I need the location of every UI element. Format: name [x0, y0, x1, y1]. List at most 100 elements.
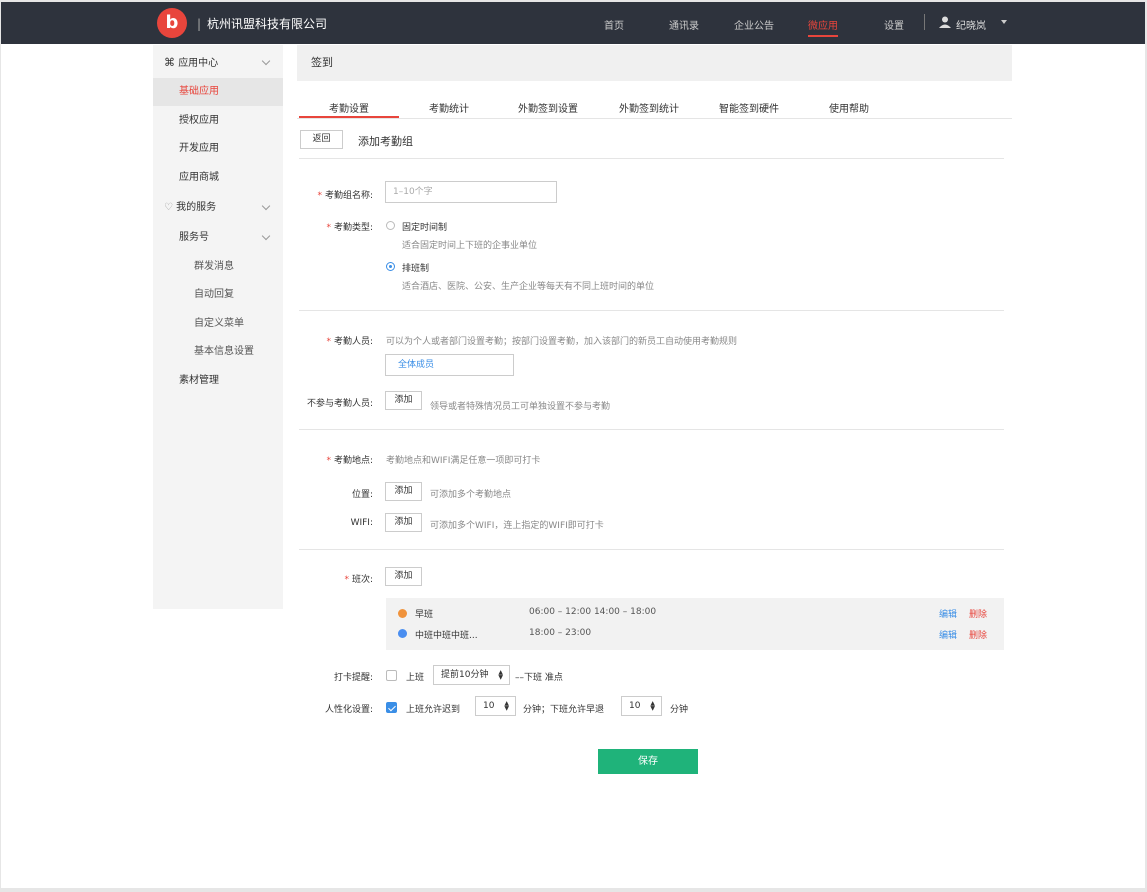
humanized-checkbox[interactable]: [386, 702, 397, 713]
humanized-label: 人性化设置:: [324, 705, 373, 715]
sidebar-section-label: 应用中心: [178, 58, 219, 69]
divider: [299, 549, 1004, 550]
nav-active-indicator: [808, 35, 838, 37]
user-name[interactable]: 纪晓岚: [956, 17, 986, 32]
breadcrumb: 签到: [297, 45, 1012, 81]
remind-checkbox[interactable]: [386, 670, 397, 681]
back-button[interactable]: 返回: [300, 130, 343, 149]
logo-icon: b: [157, 8, 187, 38]
nav-home[interactable]: 首页: [604, 17, 624, 32]
nav-announcements[interactable]: 企业公告: [734, 17, 774, 32]
add-position-button[interactable]: 添加: [385, 482, 422, 501]
label-text: 班次:: [351, 575, 373, 585]
sidebar-item-basic-info[interactable]: 基本信息设置: [153, 338, 283, 366]
sidebar-item-label: 服务号: [179, 232, 209, 243]
sidebar-item-authorized-apps[interactable]: 授权应用: [153, 107, 283, 135]
late-allow-label: 上班允许迟到: [406, 705, 461, 715]
shift-time: 18:00 – 23:00: [529, 628, 592, 638]
label-text: 考勤类型:: [333, 223, 373, 233]
nav-contacts[interactable]: 通讯录: [669, 17, 699, 32]
minute-label: 分钟: [670, 705, 689, 715]
position-label: 位置:: [351, 490, 373, 500]
shift-list: 早班 06:00 – 12:00 14:00 – 18:00 编辑 删除 中班中…: [386, 598, 1004, 650]
sidebar-item-materials[interactable]: 素材管理: [153, 367, 283, 395]
fixed-time-label: 固定时间制: [402, 223, 448, 233]
late-minutes-value: 10: [483, 701, 495, 711]
members-selector[interactable]: 全体成员: [385, 354, 514, 376]
group-name-label: * 考勤组名称:: [317, 191, 373, 201]
tab-attendance-stats[interactable]: 考勤统计: [429, 100, 469, 115]
shift-name: 早班: [415, 610, 434, 620]
updown-icon: ▲ ▼: [498, 669, 503, 681]
label-text: 考勤人员:: [333, 337, 373, 347]
add-exclude-button[interactable]: 添加: [385, 391, 422, 410]
sidebar-section-label: 我的服务: [176, 202, 217, 213]
save-button[interactable]: 保存: [598, 749, 698, 774]
sidebar-item-service-account[interactable]: 服务号: [153, 224, 283, 252]
radio-fixed-time[interactable]: [386, 221, 395, 230]
app-grid-icon: ⌘: [164, 56, 175, 69]
group-name-input[interactable]: 1–10个字: [385, 181, 557, 203]
sidebar-item-app-store[interactable]: 应用商城: [153, 164, 283, 192]
shift-type-label: 排班制: [402, 264, 430, 274]
exclude-label: 不参与考勤人员:: [306, 399, 373, 409]
updown-icon: ▲ ▼: [504, 700, 509, 712]
location-hint: 考勤地点和WIFI满足任意一项即可打卡: [386, 456, 541, 466]
sidebar: ⌘ 应用中心 基础应用 授权应用 开发应用 应用商城 ♡ 我的服务 服务号 群发…: [153, 45, 283, 609]
wifi-hint: 可添加多个WIFI，连上指定的WIFI即可打卡: [430, 521, 604, 531]
position-hint: 可添加多个考勤地点: [430, 490, 512, 500]
nav-divider: [924, 14, 925, 30]
radio-shift[interactable]: [386, 262, 395, 271]
sidebar-item-broadcast[interactable]: 群发消息: [153, 253, 283, 281]
chevron-down-icon: [261, 231, 271, 241]
tab-bar: 考勤设置 考勤统计 外勤签到设置 外勤签到统计 智能签到硬件 使用帮助: [297, 92, 1012, 119]
members-hint: 可以为个人或者部门设置考勤；按部门设置考勤，加入该部门的新员工自动使用考勤规则: [386, 337, 738, 347]
shift-time: 06:00 – 12:00 14:00 – 18:00: [529, 607, 657, 617]
sidebar-item-custom-menu[interactable]: 自定义菜单: [153, 310, 283, 338]
early-minutes-select[interactable]: 10 ▲ ▼: [621, 696, 662, 716]
sidebar-item-auto-reply[interactable]: 自动回复: [153, 281, 283, 309]
remind-on-label: 上班: [406, 673, 425, 683]
tab-smart-hardware[interactable]: 智能签到硬件: [719, 100, 779, 115]
add-wifi-button[interactable]: 添加: [385, 513, 422, 532]
wifi-label: WIFI:: [350, 518, 373, 528]
divider: [299, 429, 1004, 430]
delete-shift-link[interactable]: 删除: [969, 628, 987, 641]
tab-field-signin-stats[interactable]: 外勤签到统计: [619, 100, 679, 115]
nav-micro-apps[interactable]: 微应用: [808, 17, 838, 32]
shift-type-desc: 适合酒店、医院、公安、生产企业等每天有不同上班时间的单位: [402, 282, 655, 292]
user-icon: [939, 16, 951, 28]
user-dropdown-icon[interactable]: [1001, 20, 1007, 24]
early-minutes-value: 10: [629, 701, 641, 711]
chevron-down-icon: [261, 56, 271, 66]
heart-icon: ♡: [164, 202, 173, 213]
edit-shift-link[interactable]: 编辑: [939, 607, 957, 620]
edit-shift-link[interactable]: 编辑: [939, 628, 957, 641]
exclude-hint: 领导或者特殊情况员工可单独设置不参与考勤: [430, 402, 611, 412]
chevron-down-icon: [261, 201, 271, 211]
sidebar-section-app-center[interactable]: ⌘ 应用中心: [153, 49, 283, 77]
label-text: 考勤地点:: [333, 456, 373, 466]
remind-select-value: 提前10分钟: [441, 670, 489, 680]
app-window: b | 杭州讯盟科技有限公司 首页 通讯录 企业公告 微应用 设置 纪晓岚 ⌘ 应…: [1, 2, 1145, 888]
shift-label: * 班次:: [344, 575, 373, 585]
divider: [299, 158, 1004, 159]
sidebar-section-my-services[interactable]: ♡ 我的服务: [153, 194, 283, 222]
remind-select[interactable]: 提前10分钟 ▲ ▼: [433, 665, 510, 685]
add-shift-button[interactable]: 添加: [385, 567, 422, 586]
form-title: 添加考勤组: [358, 135, 413, 148]
remind-off-label: ––下班 准点: [515, 673, 563, 683]
shift-color-dot: [398, 609, 407, 618]
remind-label: 打卡提醒:: [333, 673, 373, 683]
tab-field-signin-settings[interactable]: 外勤签到设置: [518, 100, 578, 115]
tab-attendance-settings[interactable]: 考勤设置: [329, 100, 369, 115]
nav-settings[interactable]: 设置: [884, 17, 904, 32]
tab-active-indicator: [299, 116, 399, 118]
tab-help[interactable]: 使用帮助: [829, 100, 869, 115]
sidebar-item-basic-apps[interactable]: 基础应用: [153, 78, 283, 106]
delete-shift-link[interactable]: 删除: [969, 607, 987, 620]
late-minutes-select[interactable]: 10 ▲ ▼: [475, 696, 516, 716]
sidebar-item-dev-apps[interactable]: 开发应用: [153, 135, 283, 163]
top-bar: b | 杭州讯盟科技有限公司 首页 通讯录 企业公告 微应用 设置 纪晓岚: [1, 2, 1145, 44]
shift-name: 中班中班中班...: [415, 631, 478, 641]
